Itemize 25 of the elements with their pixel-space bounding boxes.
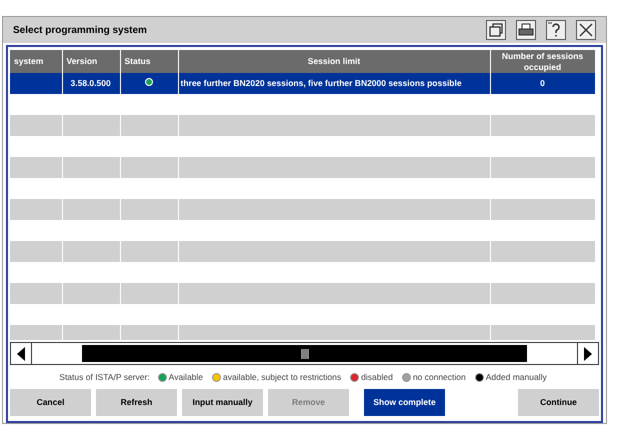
legend-label: Status of ISTA/P server: [59, 370, 150, 384]
legend-label: Available [168, 370, 204, 384]
legend-label: Added manually [486, 370, 547, 384]
dialog-button[interactable]: Cancel [10, 389, 91, 416]
close-icon[interactable] [576, 20, 596, 40]
column-header[interactable]: Session limit [178, 50, 490, 73]
column-header[interactable]: Number of sessions occupied [490, 50, 595, 73]
left-arrow-icon [16, 346, 26, 360]
column-header[interactable]: Version [62, 50, 120, 73]
window-icon[interactable] [486, 20, 506, 40]
dialog-button[interactable]: Continue [518, 389, 599, 416]
legend-label: no connection [412, 370, 466, 384]
legend-label: disabled [361, 370, 393, 384]
legend-label: available, subject to restrictions [223, 370, 342, 384]
column-header[interactable]: system [10, 50, 62, 73]
dialog-button[interactable]: Show complete [364, 389, 445, 416]
column-header[interactable]: Status [120, 50, 178, 73]
dialog-button[interactable]: Refresh [96, 389, 177, 416]
dialog-button[interactable]: Input manually [182, 389, 263, 416]
table-row[interactable]: 3.58.0.500 three further BN2020 sessions, five further BN2000 sessions possible 0 [10, 73, 595, 94]
right-arrow-icon [583, 346, 593, 360]
window-title: Select programming system [13, 24, 148, 38]
grip-icon [300, 348, 308, 358]
help-icon[interactable] [546, 20, 566, 40]
printer-icon[interactable] [516, 20, 536, 40]
